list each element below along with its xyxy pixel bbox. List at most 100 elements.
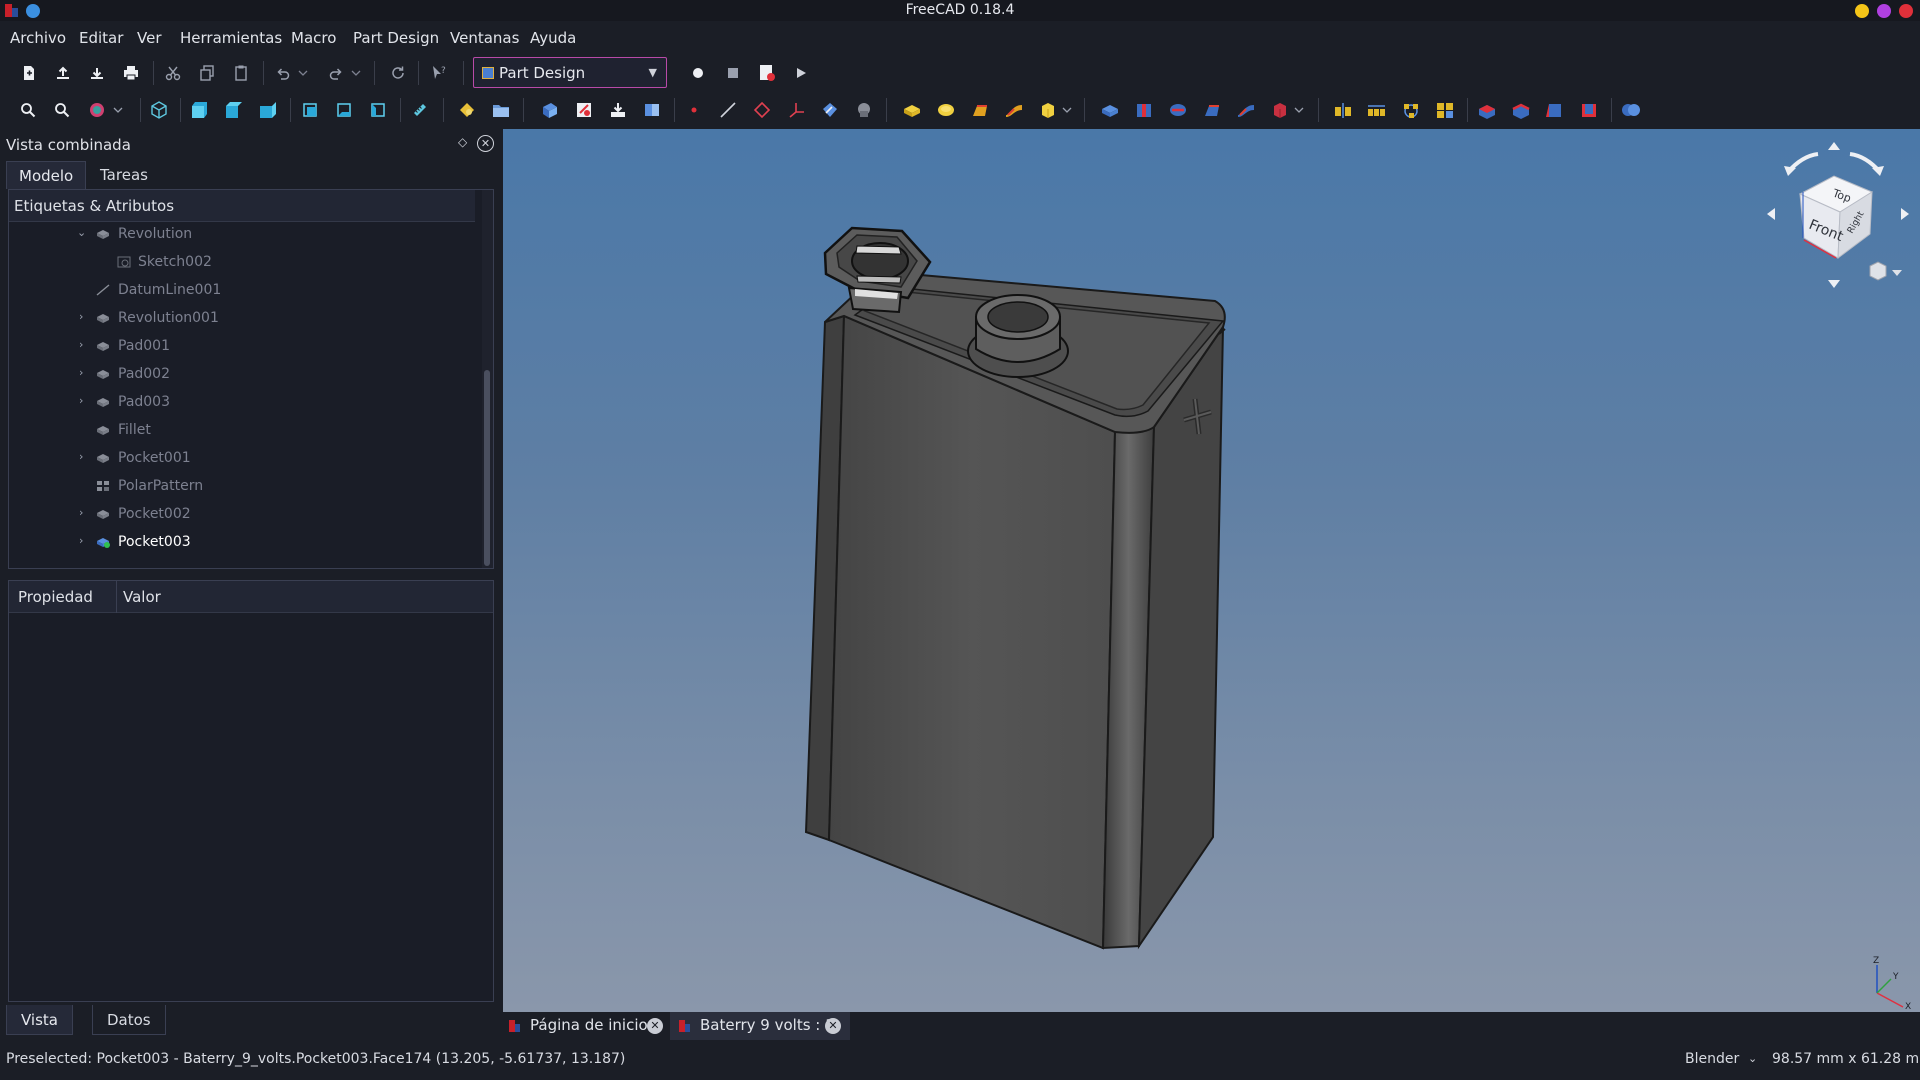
shape-binder-button[interactable] bbox=[817, 97, 843, 123]
tab-datos[interactable]: Datos bbox=[92, 1005, 166, 1035]
view-top-button[interactable] bbox=[221, 97, 247, 123]
menu-editar[interactable]: Editar bbox=[79, 29, 123, 47]
draw-style-dropdown[interactable] bbox=[111, 97, 125, 123]
scrollbar-thumb[interactable] bbox=[484, 370, 490, 566]
view-isometric-button[interactable] bbox=[146, 97, 172, 123]
tree-item-sketch002[interactable]: Sketch002 bbox=[9, 250, 475, 276]
close-panel-button[interactable]: ✕ bbox=[477, 135, 494, 152]
hole-button[interactable] bbox=[1131, 97, 1157, 123]
tree-item-pad001[interactable]: › Pad001 bbox=[9, 334, 475, 360]
workbench-selector[interactable]: Part Design ▼ bbox=[473, 57, 667, 88]
create-part-button[interactable] bbox=[488, 97, 514, 123]
menu-macro[interactable]: Macro bbox=[291, 29, 336, 47]
chevron-right-icon[interactable]: › bbox=[79, 338, 83, 351]
fillet-button[interactable] bbox=[1474, 97, 1500, 123]
additive-primitive-dropdown[interactable] bbox=[1060, 97, 1074, 123]
print-button[interactable] bbox=[118, 60, 144, 86]
redo-dropdown[interactable] bbox=[349, 60, 363, 86]
tree-item-pad002[interactable]: › Pad002 bbox=[9, 362, 475, 388]
tab-tareas[interactable]: Tareas bbox=[88, 161, 160, 189]
tab-battery-document[interactable]: Baterry 9 volts : 1 ✕ bbox=[670, 1012, 850, 1040]
menu-ventanas[interactable]: Ventanas bbox=[450, 29, 519, 47]
nav-down-arrow-icon[interactable] bbox=[1828, 280, 1840, 288]
clone-button[interactable] bbox=[851, 97, 877, 123]
cut-button[interactable] bbox=[160, 60, 186, 86]
local-coordinate-system-button[interactable] bbox=[783, 97, 809, 123]
chevron-right-icon[interactable]: › bbox=[79, 506, 83, 519]
tree-item-pocket003[interactable]: › Pocket003 bbox=[9, 530, 475, 556]
maximize-button[interactable] bbox=[1877, 4, 1891, 18]
menu-archivo[interactable]: Archivo bbox=[10, 29, 66, 47]
groove-button[interactable] bbox=[1165, 97, 1191, 123]
linear-pattern-button[interactable] bbox=[1364, 97, 1390, 123]
whats-this-button[interactable]: ? bbox=[426, 60, 452, 86]
copy-button[interactable] bbox=[194, 60, 220, 86]
thickness-button[interactable] bbox=[1576, 97, 1602, 123]
additive-pipe-button[interactable] bbox=[1001, 97, 1027, 123]
close-tab-button[interactable]: ✕ bbox=[647, 1018, 663, 1034]
open-file-button[interactable] bbox=[50, 60, 76, 86]
sketch-view-section-button[interactable] bbox=[639, 97, 665, 123]
revolution-button[interactable] bbox=[933, 97, 959, 123]
chevron-right-icon[interactable]: › bbox=[79, 366, 83, 379]
tab-modelo[interactable]: Modelo bbox=[6, 161, 87, 189]
datum-plane-button[interactable] bbox=[749, 97, 775, 123]
menu-ayuda[interactable]: Ayuda bbox=[530, 29, 576, 47]
save-button[interactable] bbox=[84, 60, 110, 86]
macro-run-button[interactable] bbox=[788, 60, 814, 86]
nav-right-arrow-icon[interactable] bbox=[1901, 208, 1909, 220]
datum-line-button[interactable] bbox=[715, 97, 741, 123]
map-sketch-button[interactable] bbox=[605, 97, 631, 123]
subtractive-pipe-button[interactable] bbox=[1233, 97, 1259, 123]
view-bottom-button[interactable] bbox=[331, 97, 357, 123]
view-front-button[interactable] bbox=[187, 97, 213, 123]
tree-item-fillet[interactable]: Fillet bbox=[9, 418, 475, 444]
column-divider[interactable] bbox=[116, 581, 117, 613]
tree-item-pocket002[interactable]: › Pocket002 bbox=[9, 502, 475, 528]
macro-stop-button[interactable] bbox=[720, 60, 746, 86]
minimize-button[interactable] bbox=[1855, 4, 1869, 18]
fit-selection-button[interactable] bbox=[49, 97, 75, 123]
tab-vista[interactable]: Vista bbox=[6, 1005, 73, 1035]
tree-scrollbar[interactable] bbox=[482, 190, 493, 568]
chevron-down-icon[interactable]: ⌄ bbox=[1748, 1052, 1757, 1065]
menu-herramientas[interactable]: Herramientas bbox=[180, 29, 282, 47]
tree-item-revolution001[interactable]: › Revolution001 bbox=[9, 306, 475, 332]
tree-item-polarpattern[interactable]: PolarPattern bbox=[9, 474, 475, 500]
chevron-right-icon[interactable]: › bbox=[79, 310, 83, 323]
float-panel-icon[interactable]: ◇ bbox=[458, 135, 467, 149]
chevron-right-icon[interactable]: › bbox=[79, 450, 83, 463]
nav-left-arrow-icon[interactable] bbox=[1767, 208, 1775, 220]
boolean-button[interactable] bbox=[1618, 97, 1644, 123]
macro-record-button[interactable] bbox=[685, 60, 711, 86]
navigation-cube[interactable]: Top Front Right bbox=[1748, 130, 1920, 300]
datum-point-button[interactable] bbox=[681, 97, 707, 123]
draft-button[interactable] bbox=[1542, 97, 1568, 123]
chevron-down-icon[interactable]: ⌄ bbox=[77, 226, 86, 239]
3d-viewport[interactable]: Top Front Right Z Y X bbox=[503, 129, 1920, 1012]
undo-dropdown[interactable] bbox=[296, 60, 310, 86]
pocket-button[interactable] bbox=[1097, 97, 1123, 123]
tree-item-pad003[interactable]: › Pad003 bbox=[9, 390, 475, 416]
redo-button[interactable] bbox=[323, 60, 349, 86]
pad-button[interactable] bbox=[899, 97, 925, 123]
subtractive-primitive-button[interactable] bbox=[1267, 97, 1293, 123]
tree-item-datumline001[interactable]: DatumLine001 bbox=[9, 278, 475, 304]
fit-all-button[interactable] bbox=[15, 97, 41, 123]
validate-sketch-button[interactable] bbox=[571, 97, 597, 123]
close-tab-button[interactable]: ✕ bbox=[825, 1018, 841, 1034]
create-body-button[interactable] bbox=[454, 97, 480, 123]
view-left-button[interactable] bbox=[365, 97, 391, 123]
macro-edit-button[interactable] bbox=[754, 60, 780, 86]
chevron-right-icon[interactable]: › bbox=[79, 534, 83, 547]
battery-model[interactable] bbox=[503, 129, 1920, 1012]
tab-start-page[interactable]: Página de inicio ✕ bbox=[500, 1012, 668, 1040]
nav-up-arrow-icon[interactable] bbox=[1828, 142, 1840, 150]
tree-item-pocket001[interactable]: › Pocket001 bbox=[9, 446, 475, 472]
view-right-button[interactable] bbox=[255, 97, 281, 123]
create-sketch-button[interactable] bbox=[537, 97, 563, 123]
view-rear-button[interactable] bbox=[297, 97, 323, 123]
additive-primitive-button[interactable] bbox=[1035, 97, 1061, 123]
close-button[interactable] bbox=[1899, 4, 1913, 18]
draw-style-button[interactable] bbox=[84, 97, 110, 123]
